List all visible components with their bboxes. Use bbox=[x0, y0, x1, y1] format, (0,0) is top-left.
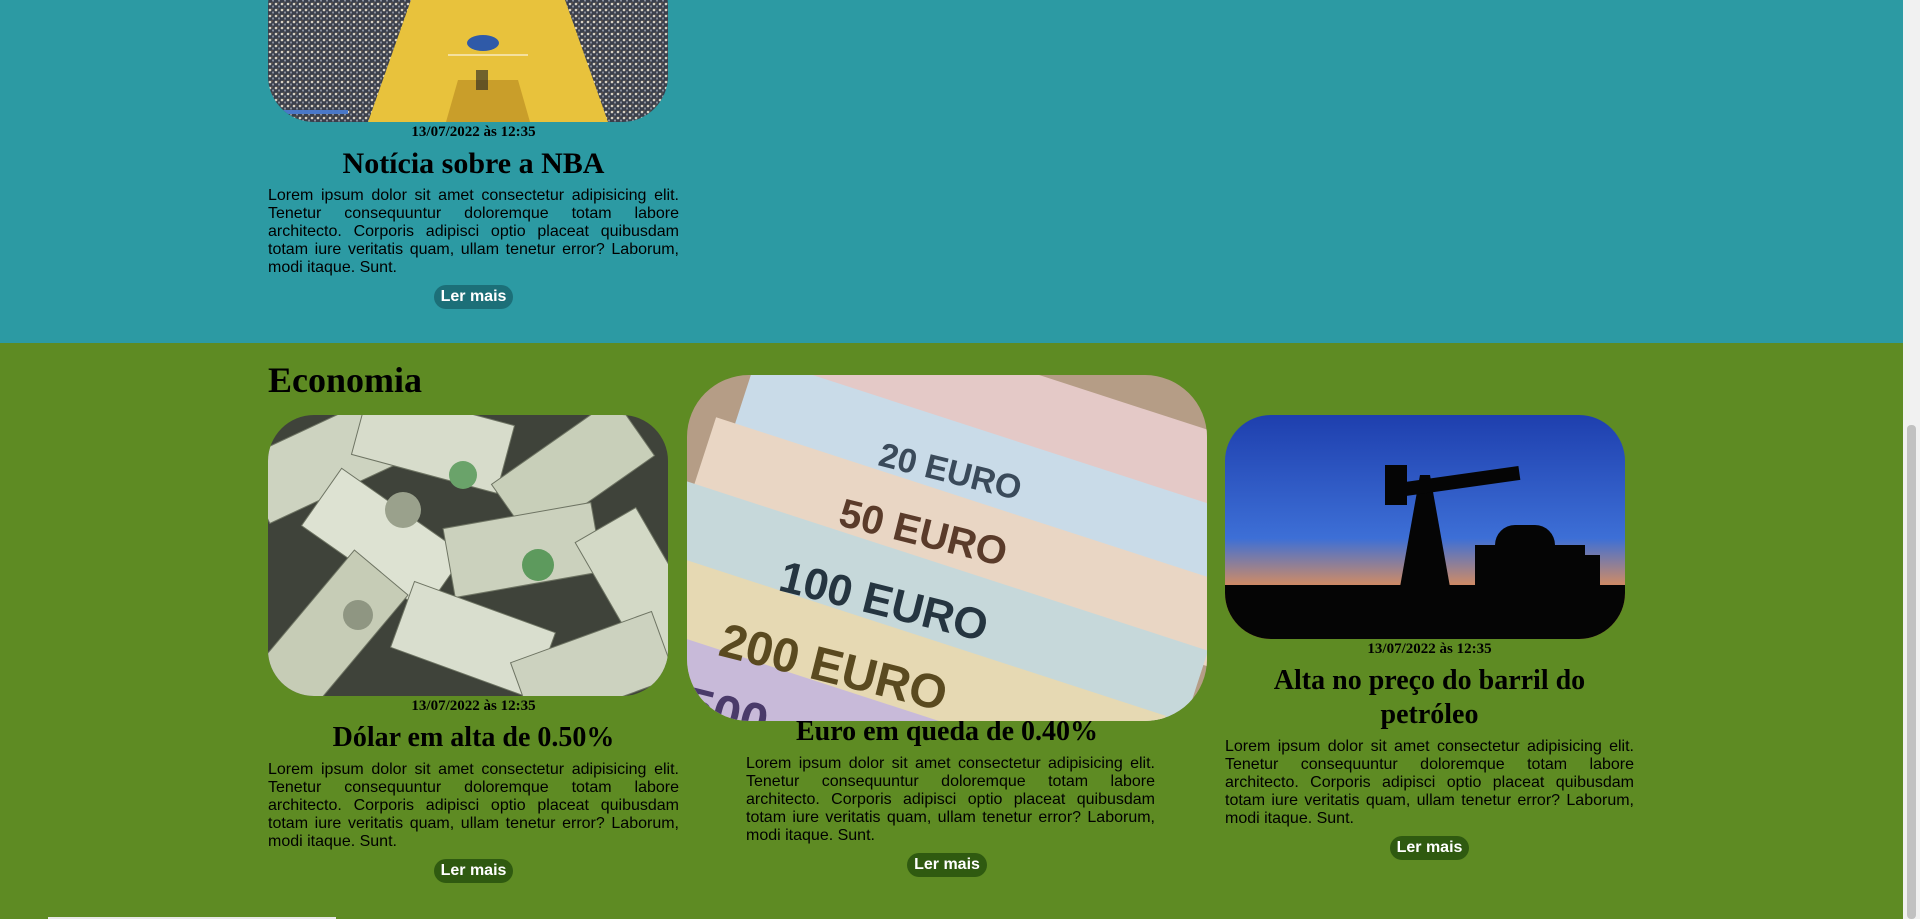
news-title: Dólar em alta de 0.50% bbox=[332, 722, 615, 753]
read-more-button[interactable]: Ler mais bbox=[907, 853, 987, 877]
news-body: Lorem ipsum dolor sit amet consectetur a… bbox=[268, 761, 679, 850]
euro-banknotes-icon: 20 EURO 50 EURO 100 EURO 200 EURO 500 bbox=[687, 375, 1207, 721]
news-date: 13/07/2022 às 12:35 bbox=[411, 124, 536, 140]
dollar-image bbox=[268, 415, 668, 696]
economia-section: Economia 13/07/2022 às 12:35 Dólar em al… bbox=[0, 343, 1903, 919]
news-card-dollar: 13/07/2022 às 12:35 Dólar em alta de 0.5… bbox=[268, 415, 679, 883]
news-date: 13/07/2022 às 12:35 bbox=[411, 698, 536, 714]
news-body: Lorem ipsum dolor sit amet consectetur a… bbox=[746, 755, 1155, 844]
news-body: Lorem ipsum dolor sit amet consectetur a… bbox=[1225, 738, 1634, 827]
read-more-button[interactable]: Ler mais bbox=[1389, 836, 1470, 860]
scrollbar-thumb[interactable] bbox=[1907, 425, 1916, 919]
oil-pump-icon bbox=[1225, 415, 1625, 639]
news-date: 13/07/2022 às 12:35 bbox=[1367, 641, 1492, 657]
section-title: Economia bbox=[268, 360, 423, 400]
sports-section: 13/07/2022 às 12:35 Notícia sobre a NBA … bbox=[0, 0, 1903, 343]
read-more-button[interactable]: Ler mais bbox=[433, 285, 514, 309]
oil-pump-image bbox=[1225, 415, 1625, 639]
read-more-button[interactable]: Ler mais bbox=[433, 859, 514, 883]
vertical-scrollbar[interactable] bbox=[1903, 0, 1920, 919]
euro-image: 20 EURO 50 EURO 100 EURO 200 EURO 500 bbox=[687, 375, 1207, 721]
news-card-oil: 13/07/2022 às 12:35 Alta no preço do bar… bbox=[1225, 415, 1634, 860]
news-body: Lorem ipsum dolor sit amet consectetur a… bbox=[268, 187, 679, 276]
news-card-euro: 20 EURO 50 EURO 100 EURO 200 EURO 500 Eu… bbox=[687, 375, 1207, 877]
nba-arena-image bbox=[268, 0, 668, 122]
news-title: Alta no preço do barril do petróleo bbox=[1273, 665, 1586, 730]
news-card-nba: 13/07/2022 às 12:35 Notícia sobre a NBA … bbox=[268, 0, 679, 309]
dollar-bills-icon bbox=[268, 415, 668, 696]
basketball-arena-icon bbox=[268, 0, 668, 122]
news-title: Notícia sobre a NBA bbox=[342, 147, 605, 180]
